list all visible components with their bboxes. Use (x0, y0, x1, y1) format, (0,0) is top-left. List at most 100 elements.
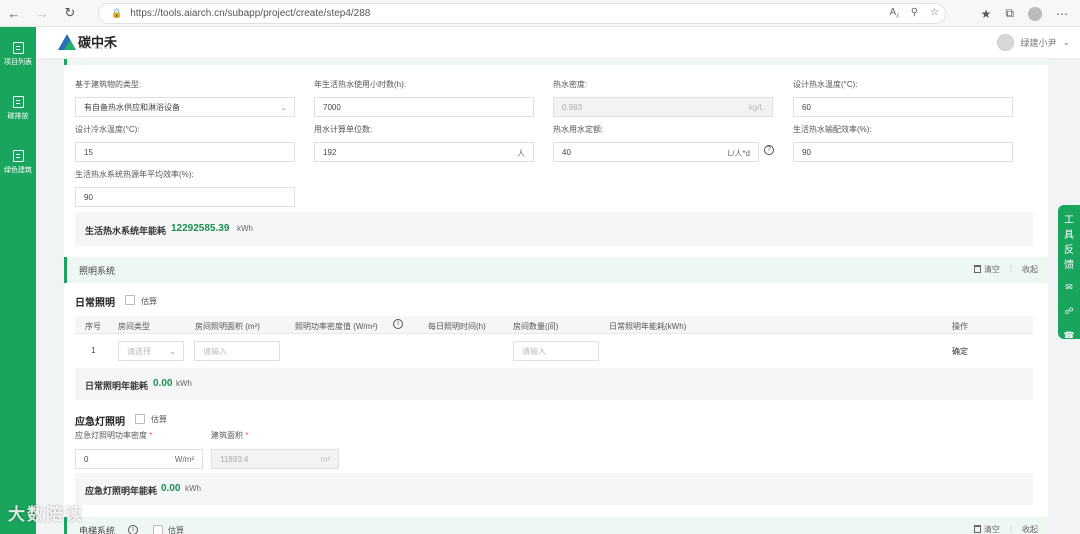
room-area-placeholder: 请输入 (203, 346, 227, 356)
sidebar-item-label: 绿色建筑 (4, 166, 32, 174)
more-icon[interactable]: ⋯ (1056, 7, 1068, 21)
hot-water-section-header (64, 59, 1048, 65)
emergency-density-input[interactable]: 0 W/m² (75, 449, 203, 469)
emergency-estimate-checkbox[interactable] (135, 414, 145, 424)
emergency-estimate-label: 估算 (151, 415, 167, 424)
feedback-label-char: 工 (1064, 215, 1074, 226)
water-quota-label: 热水用水定额: (553, 125, 604, 134)
row-index: 1 (91, 346, 96, 355)
trash-icon (973, 525, 981, 533)
sidebar-item-carbon-emission[interactable]: 碳排放 (0, 81, 36, 135)
divider: | (1009, 264, 1012, 273)
daily-lighting-result: 日常照明年能耗 0.00 kWh (75, 368, 1033, 400)
room-count-placeholder: 请输入 (522, 346, 546, 356)
clear-button[interactable]: 清空 (973, 524, 1000, 534)
chat-icon[interactable]: ☍ (1064, 301, 1073, 321)
sidebar-item-green-building[interactable]: 绿色建筑 (0, 135, 36, 189)
elevator-estimate-checkbox[interactable] (153, 525, 163, 534)
logo-icon (58, 33, 76, 50)
column-header: 房间数量(间) (513, 322, 559, 331)
hot-water-result: 生活热水系统年能耗 12292585.39 kWh (75, 212, 1033, 246)
left-sidebar: 项目列表 碳排放 绿色建筑 (0, 27, 36, 534)
favorites-icon[interactable]: ★ (981, 7, 992, 21)
elevator-section-header: 电梯系统 i 估算 清空 | 收起 (64, 517, 1048, 534)
density-input: 0.983 kg/L (553, 97, 773, 117)
emergency-lighting-title: 应急灯照明 (75, 417, 125, 428)
read-aloud-icon[interactable]: A⁁ (890, 7, 899, 18)
design-hot-temp-label: 设计热水温度(°C): (793, 80, 858, 89)
column-header: 日常照明年能耗(kWh) (609, 322, 687, 331)
zoom-icon[interactable]: ⚲ (911, 7, 918, 18)
calc-units-label: 用水计算单位数: (314, 125, 373, 134)
back-icon[interactable]: ← (0, 0, 28, 27)
favorite-add-icon[interactable]: ☆ (930, 7, 939, 18)
hot-water-hours-value: 7000 (323, 102, 341, 112)
column-header: 操作 (952, 322, 968, 331)
calc-units-input[interactable]: 192 人 (314, 142, 534, 162)
url-text: https://tools.aiarch.cn/subapp/project/c… (130, 8, 371, 19)
elevator-section-title: 电梯系统 (79, 526, 116, 534)
help-icon[interactable]: ? (764, 145, 774, 155)
feedback-tool[interactable]: 工 具 反 馈 ✉ ☍ ☎ (1058, 205, 1080, 340)
trash-icon (973, 265, 981, 273)
density-value: 0.983 (562, 102, 583, 112)
collections-icon[interactable]: ⧉ (1005, 6, 1014, 21)
building-type-select[interactable]: 有自备热水供应和淋浴设备 ⌄ (75, 97, 295, 117)
elevator-estimate-label: 估算 (168, 526, 184, 534)
collapse-button[interactable]: 收起 (1022, 524, 1038, 534)
daily-lighting-result-label: 日常照明年能耗 (85, 381, 149, 391)
water-quota-input[interactable]: 40 L/人*d (553, 142, 759, 162)
emergency-lighting-result-unit: kWh (185, 484, 201, 493)
daily-lighting-result-value: 0.00 (153, 378, 173, 389)
source-efficiency-input[interactable]: 90 (75, 187, 295, 207)
building-area-input: 11893.4 m² (211, 449, 339, 469)
hot-water-hours-label: 年生活热水使用小时数(h): (314, 80, 406, 89)
density-unit: kg/L (748, 103, 764, 112)
design-hot-temp-input[interactable]: 60 (793, 97, 1013, 117)
user-menu[interactable]: 绿建小尹 ⌄ (997, 34, 1070, 51)
address-bar[interactable]: 🔒 https://tools.aiarch.cn/subapp/project… (98, 3, 946, 24)
hot-water-result-value: 12292585.39 (171, 223, 230, 234)
daily-lighting-title: 日常照明 (75, 298, 115, 309)
sidebar-item-label: 碳排放 (7, 112, 29, 120)
clear-button[interactable]: 清空 (973, 264, 1000, 275)
design-cold-temp-input[interactable]: 15 (75, 142, 295, 162)
clear-label: 清空 (983, 265, 1000, 274)
info-icon[interactable]: i (393, 319, 403, 329)
document-icon (12, 41, 24, 54)
building-area-value: 11893.4 (220, 454, 249, 464)
feedback-label-char: 馈 (1064, 260, 1074, 271)
emergency-density-label: 应急灯照明功率密度 * (75, 431, 153, 440)
sidebar-item-label: 项目列表 (4, 58, 32, 66)
collapse-button[interactable]: 收起 (1022, 264, 1038, 275)
phone-icon[interactable]: ☎ (1063, 325, 1074, 345)
daily-estimate-checkbox[interactable] (125, 295, 135, 305)
water-quota-unit: L/人*d (727, 149, 750, 158)
emergency-lighting-result-label: 应急灯照明年能耗 (85, 486, 158, 496)
chevron-down-icon: ⌄ (1062, 37, 1070, 47)
source-efficiency-label: 生活热水系统热源年平均效率(%): (75, 170, 194, 179)
column-header: 序号 (85, 322, 101, 331)
room-type-select[interactable]: 请选择 ⌄ (118, 341, 184, 361)
main-content: 基于建筑物的类型: 有自备热水供应和淋浴设备 ⌄ 年生活热水使用小时数(h): … (64, 59, 1048, 534)
forward-icon[interactable]: → (28, 0, 56, 27)
document-icon (12, 149, 24, 162)
emergency-density-value: 0 (84, 454, 89, 464)
refresh-icon[interactable]: ↻ (56, 0, 84, 27)
distribution-efficiency-input[interactable]: 90 (793, 142, 1013, 162)
room-count-input[interactable]: 请输入 (513, 341, 599, 361)
daily-lighting-table-header: 序号 房间类型 房间照明面积 (m²) 照明功率密度值 (W/m²) i 每日照… (75, 316, 1033, 334)
room-area-input[interactable]: 请输入 (194, 341, 280, 361)
document-icon (12, 95, 24, 108)
sidebar-item-project-list[interactable]: 项目列表 (0, 27, 36, 81)
clear-label: 清空 (983, 525, 1000, 534)
emergency-lighting-result: 应急灯照明年能耗 0.00 kWh (75, 473, 1033, 505)
hot-water-hours-input[interactable]: 7000 (314, 97, 534, 117)
mail-icon[interactable]: ✉ (1065, 277, 1073, 297)
app-header: 碳中禾 CARBON 绿建小尹 ⌄ (36, 27, 1080, 59)
profile-icon[interactable] (1028, 6, 1042, 21)
confirm-button[interactable]: 确定 (952, 346, 968, 357)
building-type-label: 基于建筑物的类型: (75, 80, 142, 89)
source-efficiency-value: 90 (84, 192, 93, 202)
info-icon[interactable]: i (128, 525, 138, 534)
